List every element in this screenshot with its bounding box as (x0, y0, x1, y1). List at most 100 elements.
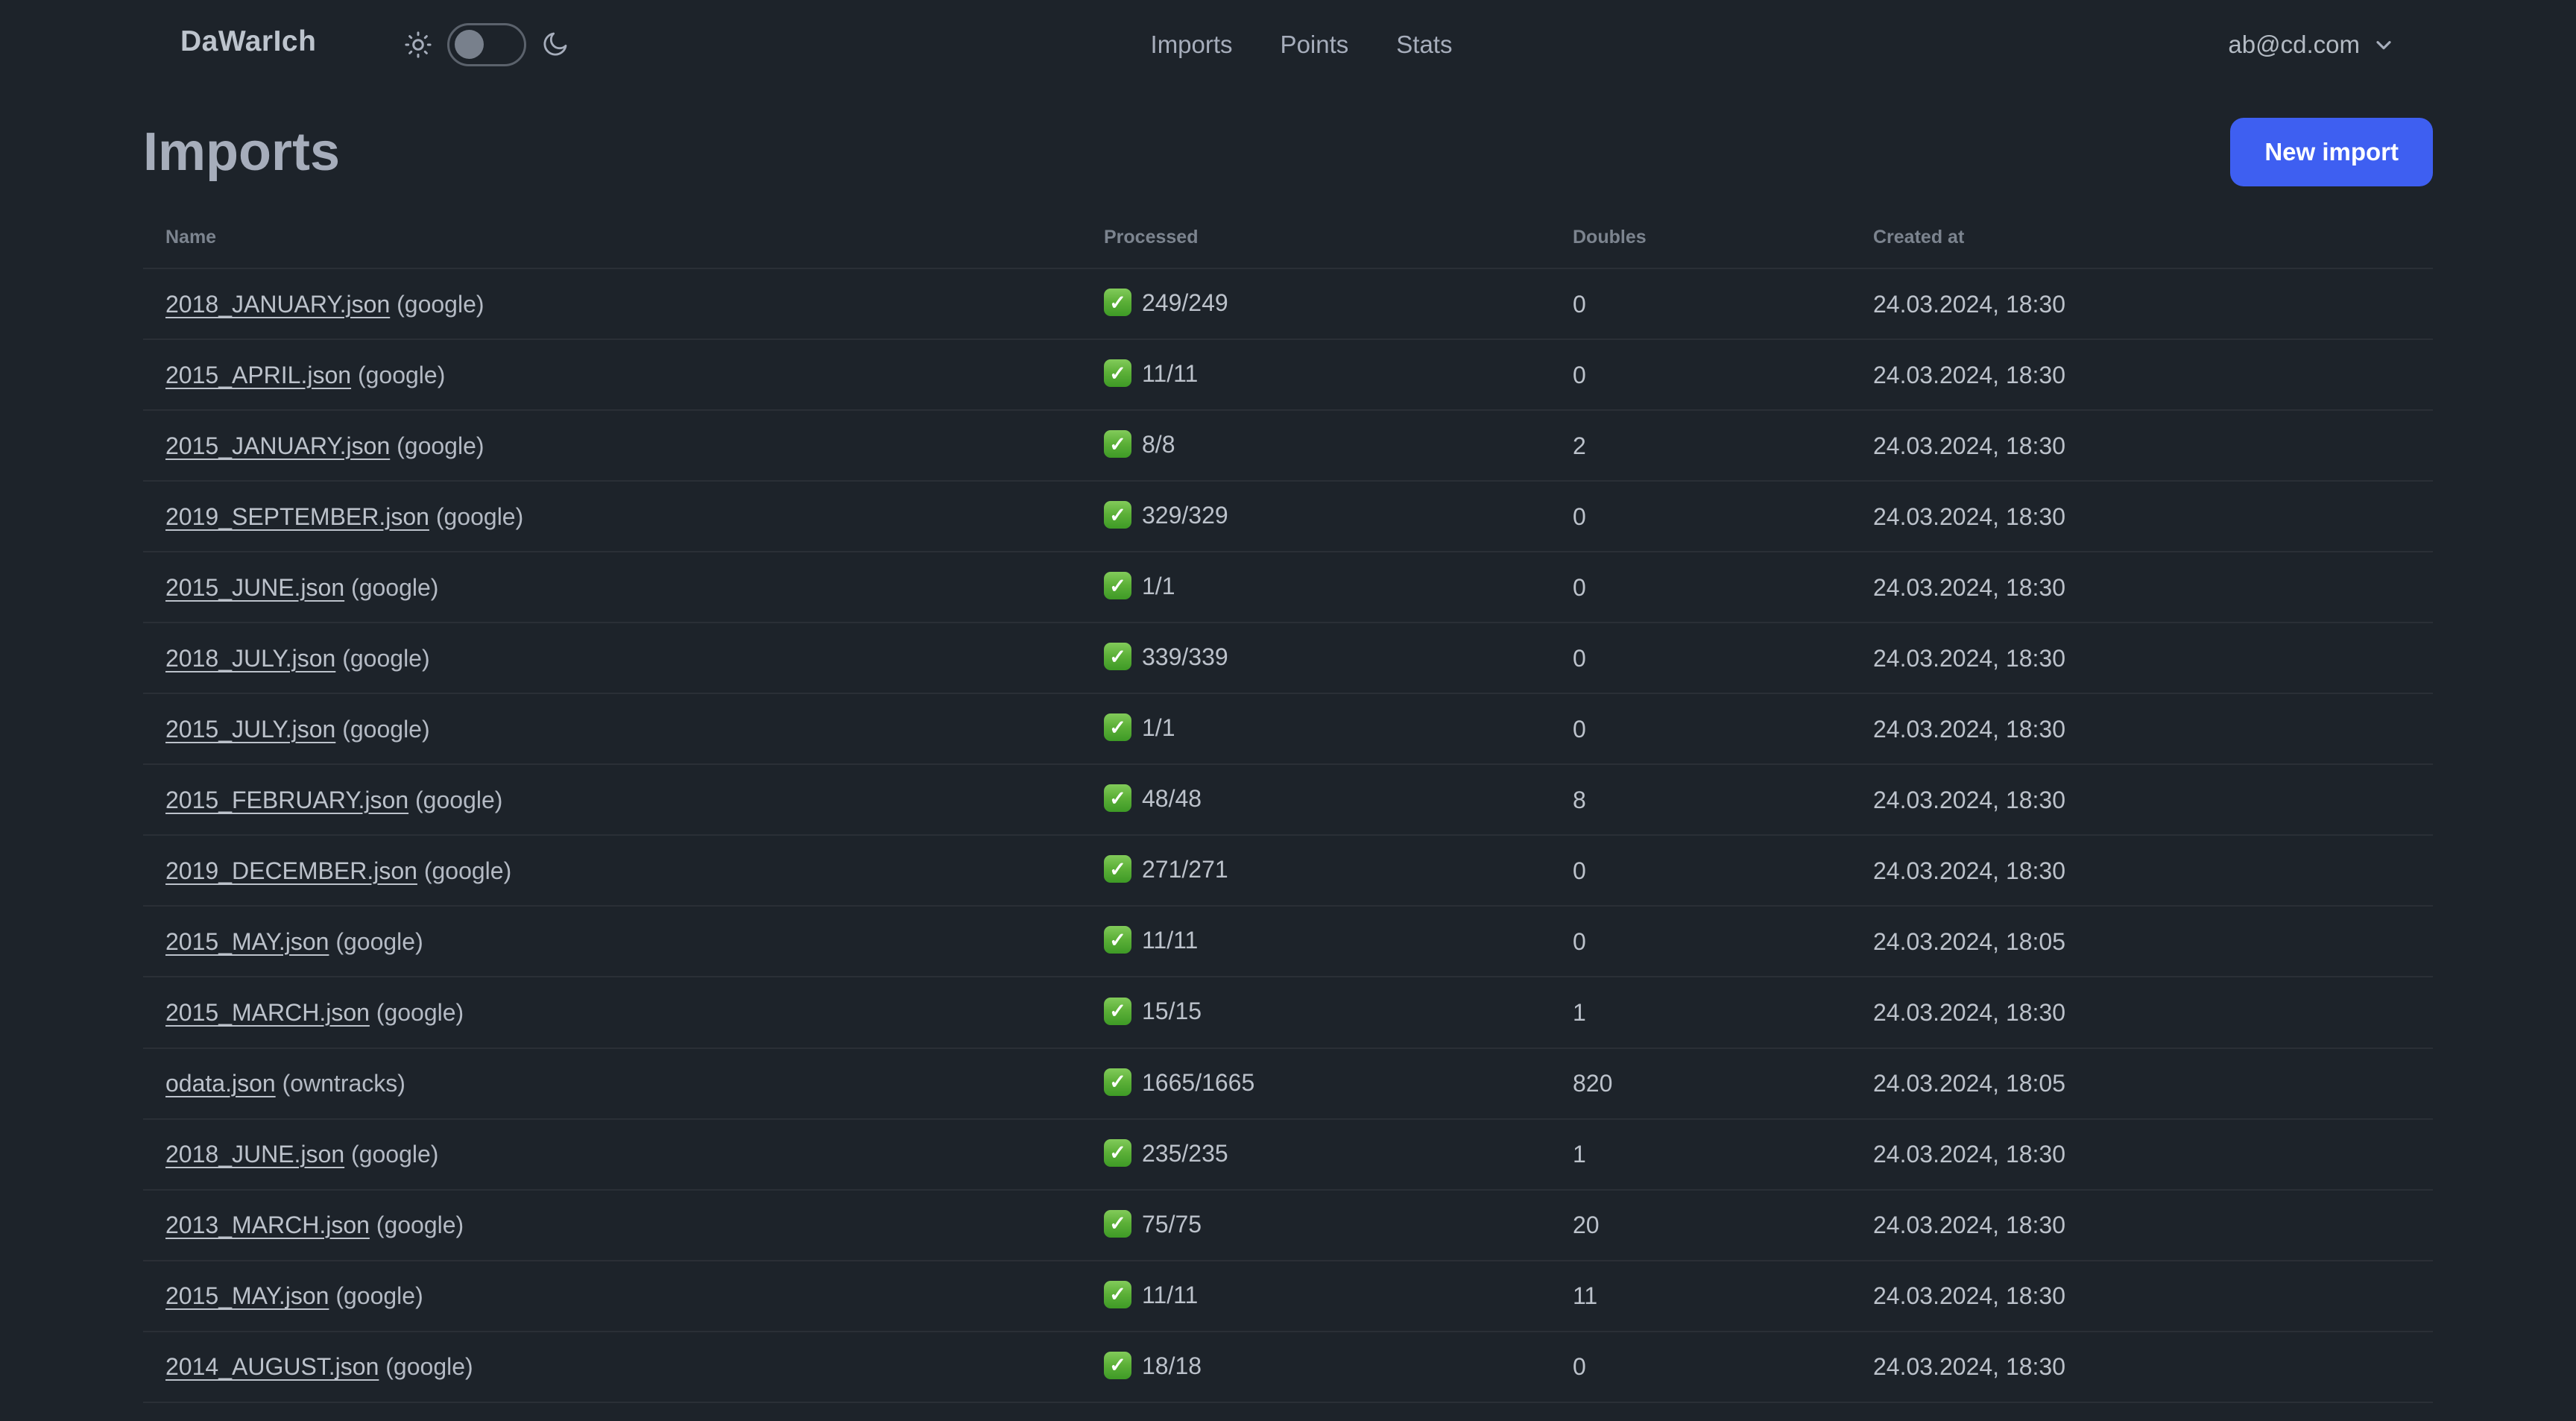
imports-table-body: 2018_JANUARY.json (google) ✓ 249/249 0 24.03… (143, 268, 2433, 1421)
nav-link-stats[interactable]: Stats (1396, 31, 1452, 59)
import-source-label: (google) (335, 927, 423, 955)
check-mark-icon: ✓ (1104, 643, 1131, 671)
moon-icon (540, 30, 569, 60)
theme-toggle-group (402, 22, 569, 67)
table-row: 2015_JUNE.json (google) ✓ 1/1 0 24.03.2024, … (143, 552, 2433, 623)
cell-doubles: 0 (1573, 857, 1586, 884)
theme-toggle[interactable] (447, 23, 526, 66)
cell-name: odata.json (owntracks) (143, 1048, 1104, 1119)
import-file-link[interactable]: 2014_AUGUST.json (165, 1353, 379, 1380)
import-file-link[interactable]: 2015_MAY.json (165, 928, 329, 955)
user-menu[interactable]: ab@cd.com (2228, 0, 2396, 89)
app-logo[interactable]: DaWarIch (180, 25, 316, 58)
table-row: 2015_JANUARY.json (google) ✓ 8/8 2 24.03.202… (143, 410, 2433, 482)
nav-link-imports[interactable]: Imports (1151, 31, 1233, 59)
processed-count: 11/11 (1142, 360, 1199, 388)
cell-name: 2018_JANUARY.json (google) (143, 268, 1104, 339)
nav-link-points[interactable]: Points (1281, 31, 1349, 59)
cell-created-at: 24.03.2024, 18:30 (1873, 290, 2066, 318)
import-file-link[interactable]: 2015_MARCH.json (165, 999, 370, 1026)
cell-doubles: 0 (1573, 573, 1586, 601)
cell-doubles: 59 (1573, 1402, 1873, 1421)
cell-created-at: 24.03.2024, 18:30 (1873, 1141, 2066, 1168)
import-file-link[interactable]: 2018_JUNE.json (165, 1141, 344, 1168)
table-row: 2018_JUNE.json (google) ✓ 235/235 1 24.03.20… (143, 1119, 2433, 1190)
cell-doubles: 820 (1573, 1070, 1613, 1097)
import-file-link[interactable]: 2019_SEPTEMBER.json (165, 503, 429, 530)
import-file-link[interactable]: 2019_DECEMBER.json (165, 857, 417, 884)
table-row: 2015_JULY.json (google) ✓ 1/1 0 24.03.2024, … (143, 693, 2433, 765)
cell-name: 2014_AUGUST.json (google) (143, 1332, 1104, 1402)
processed-count: 339/339 (1142, 643, 1228, 671)
cell-processed: ✓ 329/329 (1104, 481, 1573, 552)
cell-name: 2015_MAY.json (google) (143, 1261, 1104, 1332)
import-file-link[interactable]: odata.json (165, 1070, 276, 1097)
check-mark-icon: ✓ (1104, 359, 1131, 388)
processed-count: 235/235 (1142, 1139, 1228, 1167)
table-row: 2015_APRIL.json (google) ✓ 11/11 0 24.03.202… (143, 339, 2433, 411)
cell-name: 2015_JULY.json (google) (143, 693, 1104, 764)
cell-name: 2015_JUNE.json (google) (143, 552, 1104, 623)
cell-doubles: 0 (1573, 361, 1586, 388)
cell-processed: ✓ 15/15 (1104, 977, 1573, 1047)
user-email: ab@cd.com (2228, 31, 2360, 58)
new-import-button[interactable]: New import (2230, 118, 2433, 186)
cell-doubles: 0 (1573, 644, 1586, 672)
cell-name: 2019_SEPTEMBER.json (google) (143, 481, 1104, 552)
cell-created-at: 24.03.2024, 18:05 (1873, 927, 2066, 955)
check-mark-icon: ✓ (1104, 289, 1131, 317)
cell-processed: ✓ 11/11 (1104, 339, 1573, 410)
check-mark-icon: ✓ (1104, 1138, 1131, 1167)
import-file-link[interactable]: 2015_JULY.json (165, 716, 335, 743)
column-header-created-at: Created at (1873, 227, 1965, 248)
cell-created-at: 24.03.2024, 18:30 (1873, 1402, 2433, 1421)
import-file-link[interactable]: 2015_MAY.json (165, 1282, 329, 1309)
cell-name: 2013_MARCH.json (google) (143, 1190, 1104, 1261)
cell-created-at: 24.03.2024, 18:30 (1873, 1353, 2066, 1381)
cell-created-at: 24.03.2024, 18:05 (1873, 1070, 2066, 1097)
cell-created-at: 24.03.2024, 18:30 (1873, 502, 2066, 530)
import-source-label: (google) (335, 1282, 423, 1310)
processed-count: 75/75 (1142, 1210, 1202, 1238)
check-mark-icon: ✓ (1104, 1351, 1131, 1379)
page-header: Imports New import (143, 118, 2433, 186)
check-mark-icon: ✓ (1104, 997, 1131, 1025)
import-source-label: (google) (435, 502, 524, 530)
check-mark-icon: ✓ (1104, 430, 1131, 459)
cell-processed: ✓ 48/48 (1104, 764, 1573, 835)
cell-name: 2015_MAY.json (google) (143, 906, 1104, 977)
cell-doubles: 20 (1573, 1212, 1600, 1239)
cell-created-at: 24.03.2024, 18:30 (1873, 786, 2066, 813)
column-header-processed: Processed (1104, 227, 1199, 248)
import-file-link[interactable]: 2018_JULY.json (165, 645, 335, 672)
import-source-label: (google) (423, 857, 512, 884)
table-row: 2018_JULY.json (google) ✓ 339/339 0 24.03.20… (143, 623, 2433, 694)
check-mark-icon: ✓ (1104, 1280, 1131, 1308)
import-file-link[interactable]: 2015_JUNE.json (165, 574, 344, 601)
cell-doubles: 1 (1573, 1141, 1586, 1168)
check-mark-icon: ✓ (1104, 713, 1131, 742)
table-row: 2015_MAY.json (google) ✓ 11/11 0 24.03.2024,… (143, 906, 2433, 977)
cell-doubles: 1 (1573, 998, 1586, 1026)
import-source-label: (google) (342, 715, 430, 743)
check-mark-icon: ✓ (1104, 501, 1131, 529)
table-row: 2019_SEPTEMBER.json (google) ✓ 329/329 0 24.… (143, 481, 2433, 552)
processed-count: 271/271 (1142, 856, 1228, 883)
import-file-link[interactable]: 2015_APRIL.json (165, 362, 351, 388)
check-mark-icon: ✓ (1104, 1068, 1131, 1096)
import-file-link[interactable]: 2015_JANUARY.json (165, 432, 390, 459)
cell-name: 2015_FEBRUARY.json (google) (143, 764, 1104, 835)
cell-doubles: 8 (1573, 786, 1586, 813)
check-mark-icon: ✓ (1104, 926, 1131, 954)
import-file-link[interactable]: 2013_MARCH.json (165, 1212, 370, 1238)
check-mark-icon: ✓ (1104, 572, 1131, 600)
cell-processed: ✓ 249/249 (1104, 268, 1573, 339)
import-file-link[interactable]: 2018_JANUARY.json (165, 291, 390, 318)
import-file-link[interactable]: 2015_FEBRUARY.json (165, 787, 408, 813)
import-source-label: (google) (415, 786, 503, 813)
table-row: 2019_DECEMBER.json (google) ✓ 271/271 0 24.0… (143, 835, 2433, 907)
import-source-label: (google) (376, 998, 464, 1026)
cell-doubles: 2 (1573, 432, 1586, 459)
cell-processed: ✓ 271/271 (1104, 835, 1573, 906)
cell-created-at: 24.03.2024, 18:30 (1873, 644, 2066, 672)
